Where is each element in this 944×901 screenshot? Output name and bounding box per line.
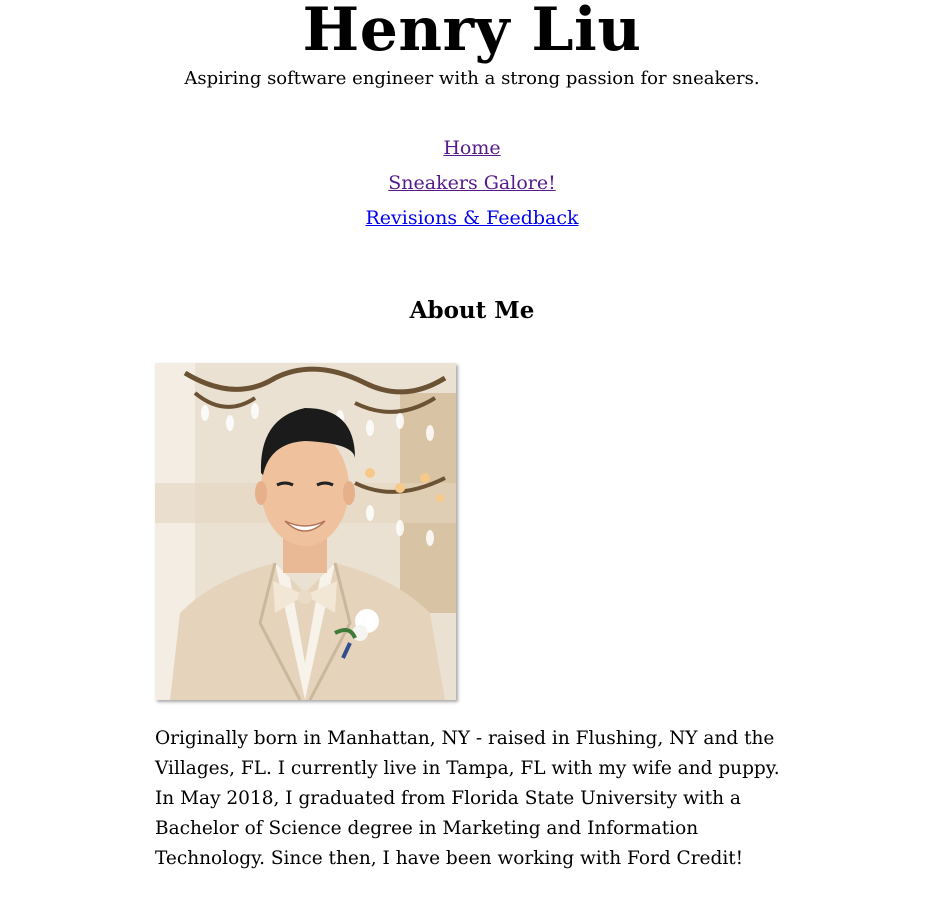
about-me-heading: About Me xyxy=(409,297,535,324)
nav-link-revisions-feedback[interactable]: Revisions & Feedback xyxy=(365,201,578,236)
nav-link-home[interactable]: Home xyxy=(443,131,500,166)
page-header: Henry Liu Aspiring software engineer wit… xyxy=(0,0,944,91)
main-nav: Home Sneakers Galore! Revisions & Feedba… xyxy=(0,131,944,236)
nav-link-sneakers-galore[interactable]: Sneakers Galore! xyxy=(388,166,555,201)
profile-photo xyxy=(155,363,456,700)
site-title: Henry Liu xyxy=(302,0,642,65)
bio-paragraph: Originally born in Manhattan, NY - raise… xyxy=(155,728,780,869)
profile-photo-illustration xyxy=(155,363,456,700)
site-tagline: Aspiring software engineer with a strong… xyxy=(184,68,760,89)
about-section: Originally born in Manhattan, NY - raise… xyxy=(155,363,795,874)
